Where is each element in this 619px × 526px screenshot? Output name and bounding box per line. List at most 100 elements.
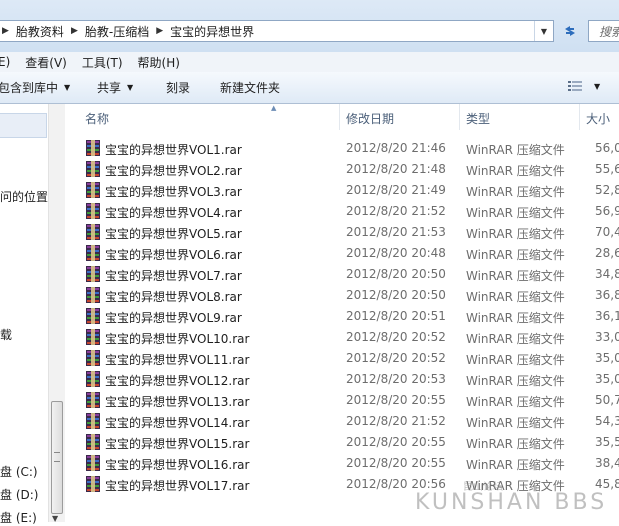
- nav-item-drive-d[interactable]: 盘 (D:): [0, 486, 38, 503]
- nav-scrollbar[interactable]: ▼: [48, 104, 65, 523]
- file-row[interactable]: 宝宝的异想世界VOL8.rar 2012/8/20 20:50 WinRAR 压缩文…: [85, 285, 619, 306]
- file-size: 35,0: [595, 372, 619, 386]
- chevron-down-icon: ▼: [64, 83, 71, 92]
- rar-archive-icon: [85, 245, 101, 261]
- file-type: WinRAR 压缩文件: [466, 227, 565, 241]
- share-label: 共享: [97, 81, 122, 95]
- chevron-right-icon[interactable]: ▶: [0, 26, 12, 36]
- command-bar: 包含到库中 ▼ 共享 ▼ 刻录 新建文件夹 ▼: [0, 72, 619, 104]
- file-row[interactable]: 宝宝的异想世界VOL11.rar 2012/8/20 20:52 WinRAR 压缩…: [85, 348, 619, 369]
- file-modified-date: 2012/8/20 20:51: [346, 309, 446, 323]
- chevron-down-icon[interactable]: ▼: [534, 21, 553, 41]
- refresh-button[interactable]: [558, 20, 582, 42]
- nav-selected-item[interactable]: [0, 113, 47, 138]
- file-name: 宝宝的异想世界VOL4.rar: [105, 206, 242, 220]
- file-row[interactable]: 宝宝的异想世界VOL5.rar 2012/8/20 21:53 WinRAR 压缩文…: [85, 222, 619, 243]
- rar-archive-icon: [85, 476, 101, 492]
- rar-archive-icon: [85, 413, 101, 429]
- file-row[interactable]: 宝宝的异想世界VOL14.rar 2012/8/20 21:52 WinRAR 压缩…: [85, 411, 619, 432]
- refresh-icon: [565, 26, 575, 36]
- file-type: WinRAR 压缩文件: [466, 311, 565, 325]
- file-type: WinRAR 压缩文件: [466, 437, 565, 451]
- file-row[interactable]: 宝宝的异想世界VOL10.rar 2012/8/20 20:52 WinRAR 压缩…: [85, 327, 619, 348]
- scroll-thumb[interactable]: [51, 401, 63, 514]
- new-folder-button[interactable]: 新建文件夹: [220, 79, 280, 96]
- menu-bar: E) 查看(V) 工具(T) 帮助(H): [0, 52, 619, 72]
- file-name: 宝宝的异想世界VOL12.rar: [105, 374, 250, 388]
- file-name: 宝宝的异想世界VOL5.rar: [105, 227, 242, 241]
- file-name: 宝宝的异想世界VOL1.rar: [105, 143, 242, 157]
- chevron-down-icon: ▼: [127, 83, 134, 92]
- nav-item-downloads[interactable]: 载: [0, 326, 12, 343]
- include-in-library-label: 包含到库中: [0, 81, 59, 95]
- file-type: WinRAR 压缩文件: [466, 416, 565, 430]
- file-name: 宝宝的异想世界VOL3.rar: [105, 185, 242, 199]
- file-size: 36,1: [595, 309, 619, 323]
- nav-item-drive-e[interactable]: 盘 (E:): [0, 509, 37, 526]
- menu-edit[interactable]: E): [0, 55, 20, 69]
- file-size: 35,5: [595, 435, 619, 449]
- file-type: WinRAR 压缩文件: [466, 332, 565, 346]
- file-modified-date: 2012/8/20 20:55: [346, 393, 446, 407]
- change-view-button[interactable]: ▼: [568, 80, 600, 92]
- file-row[interactable]: 宝宝的异想世界VOL15.rar 2012/8/20 20:55 WinRAR 压缩…: [85, 432, 619, 453]
- rar-archive-icon: [85, 371, 101, 387]
- file-row[interactable]: 宝宝的异想世界VOL9.rar 2012/8/20 20:51 WinRAR 压缩文…: [85, 306, 619, 327]
- rar-archive-icon: [85, 434, 101, 450]
- rar-archive-icon: [85, 224, 101, 240]
- file-type: WinRAR 压缩文件: [466, 269, 565, 283]
- nav-item-recent-places[interactable]: 问的位置: [0, 188, 48, 205]
- file-modified-date: 2012/8/20 21:52: [346, 414, 446, 428]
- file-modified-date: 2012/8/20 20:50: [346, 288, 446, 302]
- share-button[interactable]: 共享 ▼: [97, 79, 133, 96]
- file-type: WinRAR 压缩文件: [466, 353, 565, 367]
- rar-archive-icon: [85, 182, 101, 198]
- file-row[interactable]: 宝宝的异想世界VOL1.rar 2012/8/20 21:46 WinRAR 压缩文…: [85, 138, 619, 159]
- file-size: 56,0: [595, 141, 619, 155]
- file-name: 宝宝的异想世界VOL17.rar: [105, 479, 250, 493]
- file-modified-date: 2012/8/20 21:46: [346, 141, 446, 155]
- watermark-big-text: KUNSHAN BBS: [415, 490, 608, 515]
- file-row[interactable]: 宝宝的异想世界VOL2.rar 2012/8/20 21:48 WinRAR 压缩文…: [85, 159, 619, 180]
- burn-button[interactable]: 刻录: [166, 79, 190, 96]
- file-row[interactable]: 宝宝的异想世界VOL12.rar 2012/8/20 20:53 WinRAR 压缩…: [85, 369, 619, 390]
- file-row[interactable]: 宝宝的异想世界VOL4.rar 2012/8/20 21:52 WinRAR 压缩文…: [85, 201, 619, 222]
- file-size: 33,0: [595, 330, 619, 344]
- rar-archive-icon: [85, 203, 101, 219]
- file-modified-date: 2012/8/20 20:48: [346, 246, 446, 260]
- file-row[interactable]: 宝宝的异想世界VOL16.rar 2012/8/20 20:55 WinRAR 压缩…: [85, 453, 619, 474]
- file-row[interactable]: 宝宝的异想世界VOL7.rar 2012/8/20 20:50 WinRAR 压缩文…: [85, 264, 619, 285]
- address-bar[interactable]: ▶ 胎教资料 ▶ 胎教-压缩档 ▶ 宝宝的异想世界 ▼: [0, 20, 554, 42]
- chevron-right-icon[interactable]: ▶: [153, 26, 166, 36]
- menu-help[interactable]: 帮助(H): [138, 54, 190, 71]
- file-size: 50,7: [595, 393, 619, 407]
- search-input[interactable]: 搜索: [588, 20, 619, 42]
- breadcrumb-item[interactable]: 胎教资料: [12, 23, 68, 40]
- menu-view[interactable]: 查看(V): [25, 54, 77, 71]
- breadcrumb-item[interactable]: 胎教-压缩档: [81, 23, 153, 40]
- file-size: 55,6: [595, 162, 619, 176]
- breadcrumb-item[interactable]: 宝宝的异想世界: [166, 23, 258, 40]
- file-name: 宝宝的异想世界VOL10.rar: [105, 332, 250, 346]
- column-header-type[interactable]: 类型: [460, 104, 580, 130]
- file-type: WinRAR 压缩文件: [466, 143, 565, 157]
- file-modified-date: 2012/8/20 20:52: [346, 330, 446, 344]
- file-list: ▲ 名称 修改日期 类型 大小 宝宝的异想世界VOL1.rar 2012/8/20…: [65, 104, 619, 522]
- column-header-size[interactable]: 大小: [580, 104, 619, 130]
- rar-archive-icon: [85, 266, 101, 282]
- column-header-name[interactable]: 名称: [79, 104, 340, 130]
- file-size: 52,8: [595, 183, 619, 197]
- file-row[interactable]: 宝宝的异想世界VOL6.rar 2012/8/20 20:48 WinRAR 压缩文…: [85, 243, 619, 264]
- include-in-library-button[interactable]: 包含到库中 ▼: [0, 79, 70, 96]
- file-size: 34,8: [595, 267, 619, 281]
- rar-archive-icon: [85, 308, 101, 324]
- file-type: WinRAR 压缩文件: [466, 290, 565, 304]
- file-row[interactable]: 宝宝的异想世界VOL13.rar 2012/8/20 20:55 WinRAR 压缩…: [85, 390, 619, 411]
- file-modified-date: 2012/8/20 20:52: [346, 351, 446, 365]
- column-header-date[interactable]: 修改日期: [340, 104, 460, 130]
- file-row[interactable]: 宝宝的异想世界VOL3.rar 2012/8/20 21:49 WinRAR 压缩文…: [85, 180, 619, 201]
- menu-tools[interactable]: 工具(T): [82, 54, 133, 71]
- chevron-right-icon[interactable]: ▶: [68, 26, 81, 36]
- file-type: WinRAR 压缩文件: [466, 164, 565, 178]
- nav-item-drive-c[interactable]: 盘 (C:): [0, 463, 38, 480]
